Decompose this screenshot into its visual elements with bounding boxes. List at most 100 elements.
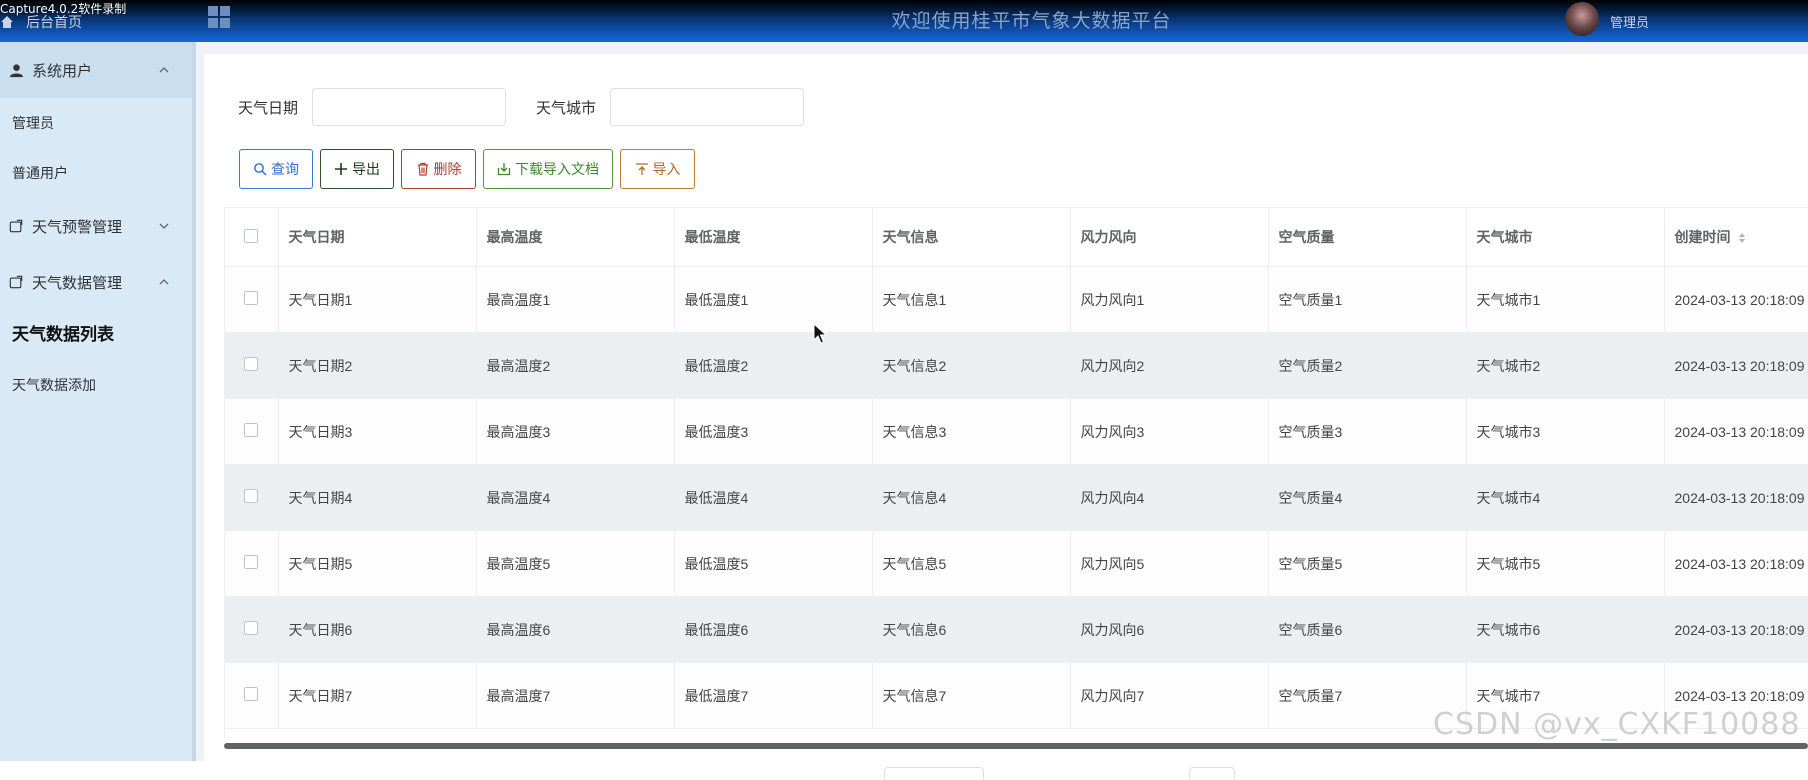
upload-icon — [635, 163, 648, 175]
city-search-input[interactable] — [610, 88, 805, 126]
table-cell: 天气日期6 — [278, 596, 477, 663]
toolbar: 查询 导出 删除 下载导入文档 导入 — [239, 149, 695, 189]
column-header[interactable]: 天气城市 — [1466, 208, 1665, 267]
row-checkbox[interactable] — [244, 423, 259, 437]
menu-group-label: 天气预警管理 — [32, 218, 123, 236]
mouse-cursor-icon — [813, 323, 827, 344]
row-select-cell — [225, 398, 279, 465]
select-all-cell — [225, 208, 279, 267]
table-cell: 风力风向1 — [1070, 266, 1269, 333]
table-cell: 天气日期1 — [278, 266, 477, 333]
table-cell: 最低温度3 — [674, 398, 873, 465]
table-cell: 最高温度1 — [476, 266, 675, 333]
table-cell: 2024-03-13 20:18:09 — [1664, 530, 1808, 597]
table-cell: 天气信息3 — [872, 398, 1071, 465]
download-template-button[interactable]: 下载导入文档 — [483, 149, 613, 189]
avatar[interactable] — [1565, 2, 1599, 36]
table-cell: 风力风向5 — [1070, 530, 1269, 597]
table-row[interactable]: 天气日期4 最高温度4 最低温度4 天气信息4 风力风向4 空气质量4 天气城市… — [225, 464, 1808, 531]
table-row[interactable]: 天气日期3 最高温度3 最低温度3 天气信息3 风力风向3 空气质量3 天气城市… — [225, 398, 1808, 465]
column-header-label: 创建时间 — [1674, 229, 1731, 245]
query-button[interactable]: 查询 — [239, 149, 313, 189]
sidebar-item-normal-users[interactable]: 普通用户 — [0, 148, 192, 198]
table-cell: 最高温度5 — [476, 530, 675, 597]
top-header: 后台首页 欢迎使用桂平市气象大数据平台 管理员 — [0, 0, 1808, 42]
row-checkbox[interactable] — [244, 555, 259, 569]
row-checkbox[interactable] — [244, 291, 259, 305]
page-size-select[interactable] — [884, 767, 984, 780]
table-cell: 空气质量3 — [1268, 398, 1467, 465]
sidebar-item-weather-data-list[interactable]: 天气数据列表 — [0, 310, 192, 360]
sort-icon[interactable] — [1738, 232, 1746, 244]
table-cell: 空气质量1 — [1268, 266, 1467, 333]
site-title: 欢迎使用桂平市气象大数据平台 — [891, 11, 1172, 32]
table-cell: 天气城市1 — [1466, 266, 1665, 333]
horizontal-scrollbar[interactable] — [224, 743, 1808, 749]
table-row[interactable]: 天气日期1 最高温度1 最低温度1 天气信息1 风力风向1 空气质量1 天气城市… — [225, 266, 1808, 333]
table-cell: 2024-03-13 20:18:09 — [1664, 332, 1808, 399]
chevron-up-icon — [159, 67, 169, 73]
table-cell: 最高温度3 — [476, 398, 675, 465]
table-cell: 天气日期5 — [278, 530, 477, 597]
menu-group-label: 系统用户 — [32, 62, 93, 80]
row-select-cell — [225, 464, 279, 531]
chevron-up-icon — [159, 279, 169, 285]
table-row[interactable]: 天气日期5 最高温度5 最低温度5 天气信息5 风力风向5 空气质量5 天气城市… — [225, 530, 1808, 597]
chevron-down-icon — [159, 223, 169, 229]
table-cell: 最低温度7 — [674, 662, 873, 729]
table-row[interactable]: 天气日期6 最高温度6 最低温度6 天气信息6 风力风向6 空气质量6 天气城市… — [225, 596, 1808, 663]
folder-icon — [8, 274, 24, 290]
table-cell: 天气日期4 — [278, 464, 477, 531]
table-row[interactable]: 天气日期2 最高温度2 最低温度2 天气信息2 风力风向2 空气质量2 天气城市… — [225, 332, 1808, 399]
column-header[interactable]: 最高温度 — [476, 208, 675, 267]
table-cell: 天气信息6 — [872, 596, 1071, 663]
select-all-checkbox[interactable] — [244, 228, 259, 243]
table-cell: 天气信息1 — [872, 266, 1071, 333]
column-header[interactable]: 天气日期 — [278, 208, 477, 267]
row-checkbox[interactable] — [244, 621, 259, 635]
table-cell: 天气日期3 — [278, 398, 477, 465]
user-name[interactable]: 管理员 — [1610, 12, 1649, 31]
content-panel: 天气日期 天气城市 查询 导出 删除 下载导入文档 导入 天气日期 最高温度 最… — [204, 54, 1808, 780]
city-label: 天气城市 — [536, 99, 597, 117]
search-form: 天气日期 天气城市 — [238, 88, 834, 126]
import-button[interactable]: 导入 — [620, 149, 695, 189]
date-label: 天气日期 — [238, 99, 299, 117]
column-header[interactable]: 最低温度 — [674, 208, 873, 267]
weather-data-table: 天气日期 最高温度 最低温度 天气信息 风力风向 空气质量 天气城市 创建时间 — [224, 207, 1808, 738]
table-cell: 风力风向2 — [1070, 332, 1269, 399]
export-button[interactable]: 导出 — [320, 149, 394, 189]
table-cell: 风力风向6 — [1070, 596, 1269, 663]
column-header[interactable]: 风力风向 — [1070, 208, 1269, 267]
column-header[interactable]: 空气质量 — [1268, 208, 1467, 267]
table-cell: 天气信息2 — [872, 332, 1071, 399]
sidebar-item-weather-data-add[interactable]: 天气数据添加 — [0, 360, 192, 410]
row-select-cell — [225, 596, 279, 663]
row-checkbox[interactable] — [244, 687, 259, 701]
download-label: 下载导入文档 — [515, 161, 599, 177]
table-cell: 最高温度7 — [476, 662, 675, 729]
table-cell: 空气质量6 — [1268, 596, 1467, 663]
query-label: 查询 — [271, 161, 299, 177]
date-search-input[interactable] — [312, 88, 507, 126]
column-header-created-time[interactable]: 创建时间 — [1664, 208, 1808, 267]
table-cell: 最低温度6 — [674, 596, 873, 663]
delete-label: 删除 — [433, 161, 462, 177]
table-cell: 最低温度5 — [674, 530, 873, 597]
row-select-cell — [225, 530, 279, 597]
menu-group-weather-warning[interactable]: 天气预警管理 — [0, 198, 192, 254]
table-cell: 天气信息7 — [872, 662, 1071, 729]
row-checkbox[interactable] — [244, 357, 259, 371]
table-cell: 2024-03-13 20:18:09 — [1664, 266, 1808, 333]
row-checkbox[interactable] — [244, 489, 259, 503]
table-cell: 空气质量4 — [1268, 464, 1467, 531]
column-header[interactable]: 天气信息 — [872, 208, 1071, 267]
table-cell: 天气日期7 — [278, 662, 477, 729]
menu-group-system-users[interactable]: 系统用户 — [0, 42, 192, 98]
row-select-cell — [225, 266, 279, 333]
sidebar-item-admin[interactable]: 管理员 — [0, 98, 192, 148]
menu-group-weather-data[interactable]: 天气数据管理 — [0, 254, 192, 310]
table-cell: 天气信息4 — [872, 464, 1071, 531]
delete-button[interactable]: 删除 — [401, 149, 476, 189]
page-jump-input[interactable] — [1189, 767, 1235, 780]
